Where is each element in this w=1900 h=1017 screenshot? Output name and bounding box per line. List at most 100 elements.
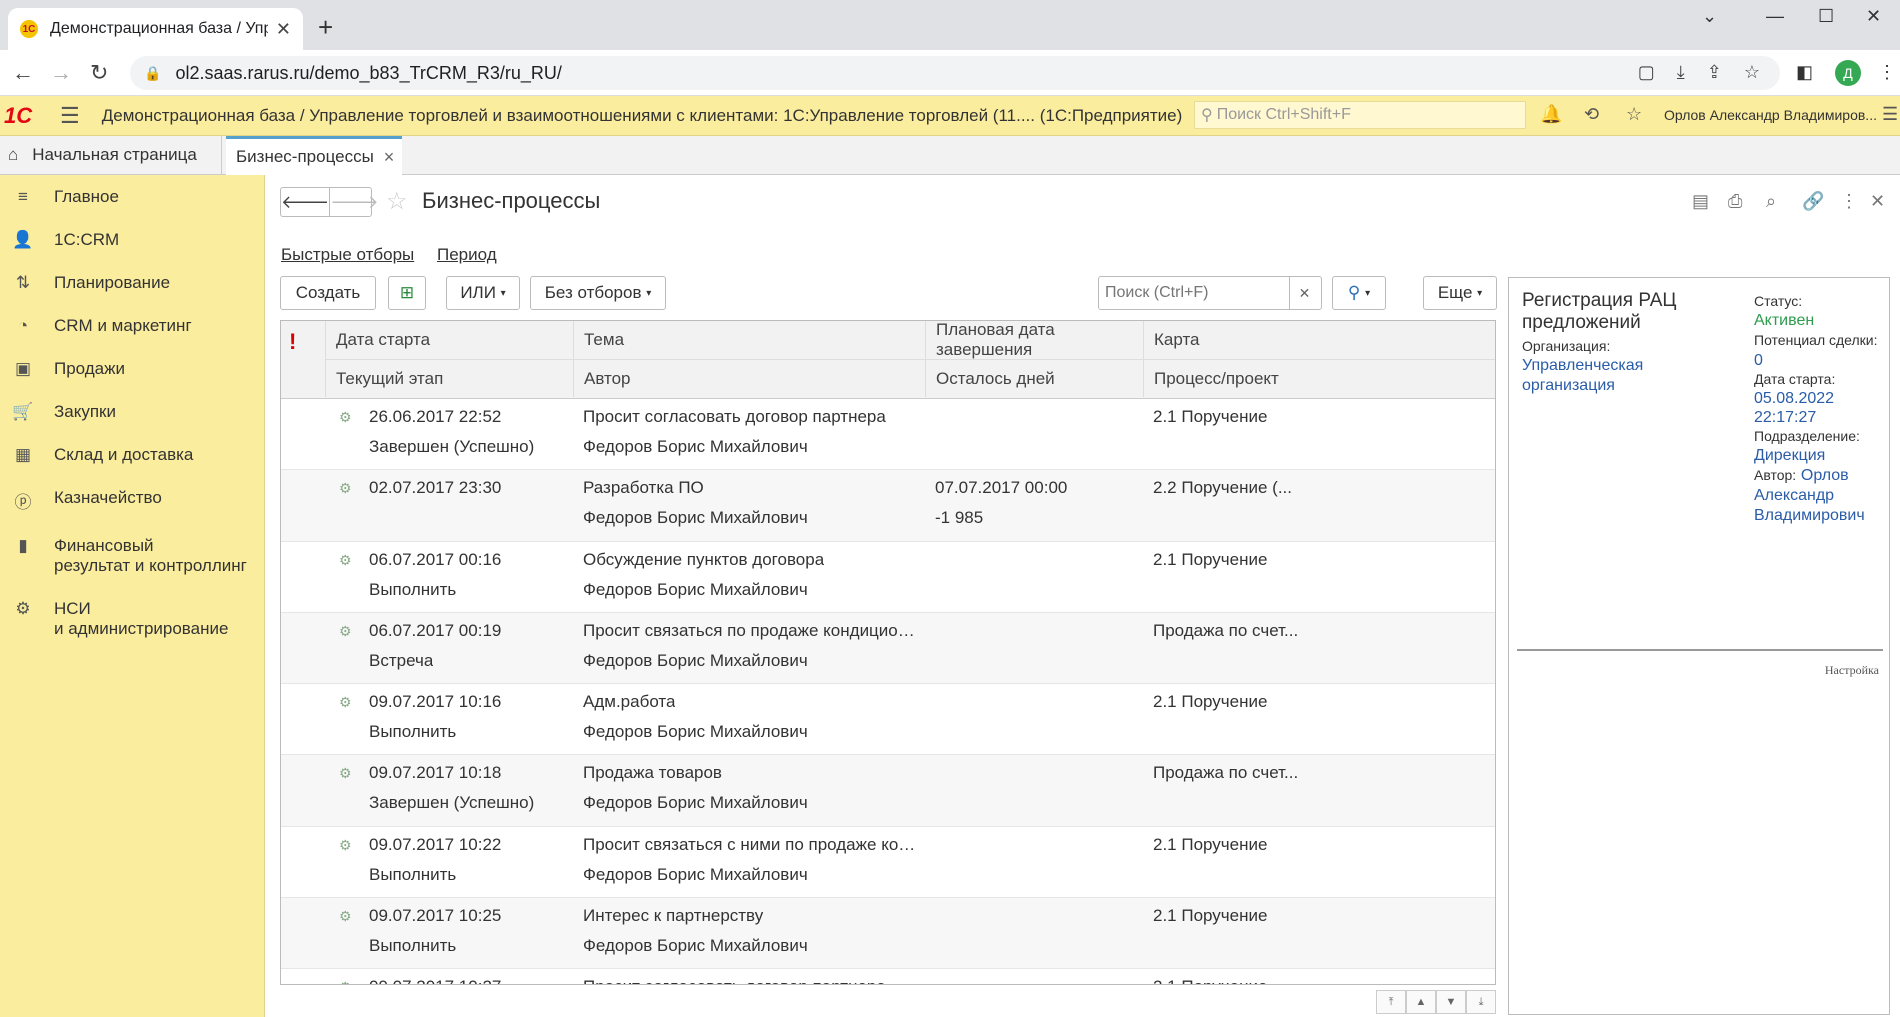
more-vert-icon[interactable]: ⋮ [1840, 191, 1858, 212]
coin-icon: ⓟ [14, 493, 32, 512]
favorites-star-icon[interactable]: ☆ [1626, 104, 1642, 125]
status-label: Статус: [1754, 293, 1803, 309]
save-icon[interactable]: ▤ [1692, 191, 1709, 212]
bookmark-star-icon[interactable]: ☆ [1744, 62, 1760, 83]
table-row[interactable]: ⚙ 09.07.2017 10:25 Выполнить Интерес к парт… [281, 898, 1495, 970]
sidebar-item-admin[interactable]: ⚙ НСИ и администрирование [0, 587, 264, 650]
table-row[interactable]: ⚙ 02.07.2017 23:30 Разработка ПО Федоров Бо… [281, 470, 1495, 542]
list-search-input[interactable] [1099, 284, 1289, 302]
window-close-icon[interactable]: ✕ [1866, 6, 1881, 27]
clear-search-icon[interactable]: ✕ [1289, 277, 1319, 309]
table-row[interactable]: ⚙ 06.07.2017 00:19 Встреча Просит связаться… [281, 612, 1495, 685]
table-row[interactable]: ⚙ 09.07.2017 10:27 Просит согласовать дого… [281, 969, 1495, 984]
settings-link[interactable]: Настройка [1825, 663, 1879, 678]
table-row[interactable]: ⚙ 09.07.2017 10:18 Завершен (Успешно) Прода… [281, 755, 1495, 827]
header-days-left[interactable]: Осталось дней [925, 359, 1143, 397]
header-process-project[interactable]: Процесс/проект [1143, 359, 1495, 397]
form-nav: 🡐 🡒 [280, 187, 379, 217]
dropdown-icon: ▾ [1365, 287, 1371, 299]
sidebar-item-sales[interactable]: ▣ Продажи [0, 347, 264, 390]
back-icon[interactable]: ← [12, 60, 34, 86]
favicon-icon: 1С [20, 20, 38, 38]
home-tab[interactable]: ⌂ Начальная страница [0, 136, 222, 174]
close-tab-icon[interactable]: × [384, 147, 395, 168]
deals-value[interactable]: 0 [1754, 352, 1763, 369]
form-back-icon[interactable]: 🡐 [281, 188, 329, 216]
form-close-icon[interactable]: ✕ [1870, 191, 1885, 212]
header-start-date[interactable]: Дата старта [325, 321, 573, 359]
sidebar-item-label: CRM и маркетинг [54, 316, 192, 335]
more-button[interactable]: Еще ▾ [1423, 276, 1497, 310]
app-menu-icon[interactable]: ☰ [1882, 104, 1898, 125]
dept-link[interactable]: Дирекция [1754, 446, 1879, 465]
cell-map: Продажа по счет... [1153, 763, 1299, 783]
tab-business-processes[interactable]: Бизнес-процессы × [226, 136, 402, 175]
sidebar-item-label: Финансовый результат и контроллинг [54, 536, 247, 575]
browser-menu-icon[interactable]: ⋮ [1878, 62, 1896, 83]
sidebar-item-planning[interactable]: ⇅ Планирование [0, 261, 264, 304]
install-icon[interactable]: ⤓ [1677, 62, 1685, 83]
browser-tab[interactable]: 1С Демонстрационная база / Упра ✕ [8, 8, 303, 50]
org-link[interactable]: Управленческая организация [1522, 356, 1702, 396]
chevron-down-icon[interactable]: ⌄ [1702, 6, 1717, 27]
cell-date: 09.07.2017 10:25 [369, 906, 502, 926]
sidebar-item-crm[interactable]: 👤 1С:CRM [0, 218, 264, 261]
minimize-icon[interactable]: — [1766, 6, 1784, 27]
bell-icon[interactable]: 🔔 [1540, 104, 1562, 125]
forward-icon[interactable]: → [50, 60, 72, 86]
profile-avatar[interactable]: Д [1835, 60, 1861, 86]
header-current-stage[interactable]: Текущий этап [325, 359, 573, 397]
clipboard-icon[interactable]: ▢ [1638, 62, 1655, 83]
sidebar-item-purchases[interactable]: 🛒 Закупки [0, 390, 264, 433]
or-button[interactable]: ИЛИ ▾ [446, 276, 520, 310]
search-icon: ⚲ [1201, 107, 1213, 124]
form-forward-icon[interactable]: 🡒 [329, 188, 379, 216]
table-row[interactable]: ⚙ 26.06.2017 22:52 Завершен (Успешно) Проси… [281, 399, 1495, 471]
no-filters-button[interactable]: Без отборов ▾ [530, 276, 666, 310]
header-map[interactable]: Карта [1143, 321, 1495, 359]
scroll-down-icon[interactable]: ▼ [1436, 990, 1466, 1014]
reload-icon[interactable]: ↻ [90, 60, 108, 86]
table-row[interactable]: ⚙ 09.07.2017 10:22 Выполнить Просит связать… [281, 827, 1495, 899]
period-link[interactable]: Период [437, 245, 497, 264]
address-bar[interactable]: 🔒 ol2.saas.rarus.ru/demo_b83_TrCRM_R3/ru… [130, 56, 1780, 90]
browser-tab-title: Демонстрационная база / Упра [50, 20, 268, 37]
maximize-icon[interactable]: ☐ [1818, 6, 1834, 27]
table-row[interactable]: ⚙ 06.07.2017 00:16 Выполнить Обсуждение пун… [281, 542, 1495, 613]
header-topic[interactable]: Тема [573, 321, 925, 359]
create-button[interactable]: Создать [280, 276, 376, 310]
print-icon[interactable]: ⎙ [1728, 191, 1742, 212]
cell-map: 2.1 Поручение [1153, 906, 1268, 926]
preview-icon[interactable]: ⌕ [1766, 191, 1776, 212]
cell-author: Федоров Борис Михайлович [583, 864, 808, 884]
scroll-up-icon[interactable]: ▲ [1406, 990, 1436, 1014]
no-filters-label: Без отборов [544, 283, 642, 302]
global-search-input[interactable]: ⚲ Поиск Ctrl+Shift+F [1194, 101, 1526, 129]
sidebar-item-treasury[interactable]: ⓟ Казначейство [0, 476, 264, 524]
scroll-bottom-icon[interactable]: ⤓ [1466, 990, 1496, 1014]
history-icon[interactable]: ⟲ [1584, 104, 1599, 125]
sidepanel-icon[interactable]: ◧ [1796, 62, 1813, 83]
table-row[interactable]: ⚙ 09.07.2017 10:16 Выполнить Адм.работа Федо… [281, 684, 1495, 756]
sidebar-item-finance[interactable]: ▮ Финансовый результат и контроллинг [0, 524, 264, 587]
create-copy-button[interactable]: ⊞ [388, 276, 426, 310]
search-options-button[interactable]: ⚲ ▾ [1332, 276, 1386, 310]
header-author[interactable]: Автор [573, 359, 925, 397]
sidebar-item-warehouse[interactable]: ▦ Склад и доставка [0, 433, 264, 476]
cell-date: 09.07.2017 10:18 [369, 763, 502, 783]
link-icon[interactable]: 🔗 [1802, 191, 1824, 212]
dropdown-icon: ▾ [646, 287, 652, 299]
cell-stage: Завершен (Успешно) [369, 437, 535, 456]
sidebar-item-main[interactable]: ≡ Главное [0, 175, 264, 218]
hamburger-icon[interactable]: ☰ [60, 103, 80, 129]
share-icon[interactable]: ⇪ [1707, 62, 1722, 83]
sidebar-item-label: Склад и доставка [54, 445, 194, 464]
header-plan-date[interactable]: Плановая дата завершения [925, 321, 1143, 359]
quick-filters-link[interactable]: Быстрые отборы [281, 245, 414, 264]
sidebar-item-crm-marketing[interactable]: ◔ CRM и маркетинг [0, 304, 264, 347]
new-tab-icon[interactable]: + [318, 12, 333, 43]
current-user[interactable]: Орлов Александр Владимиров... [1664, 107, 1877, 123]
close-icon[interactable]: ✕ [276, 19, 291, 40]
favorite-star-icon[interactable]: ☆ [386, 187, 408, 216]
scroll-top-icon[interactable]: ⤒ [1376, 990, 1406, 1014]
